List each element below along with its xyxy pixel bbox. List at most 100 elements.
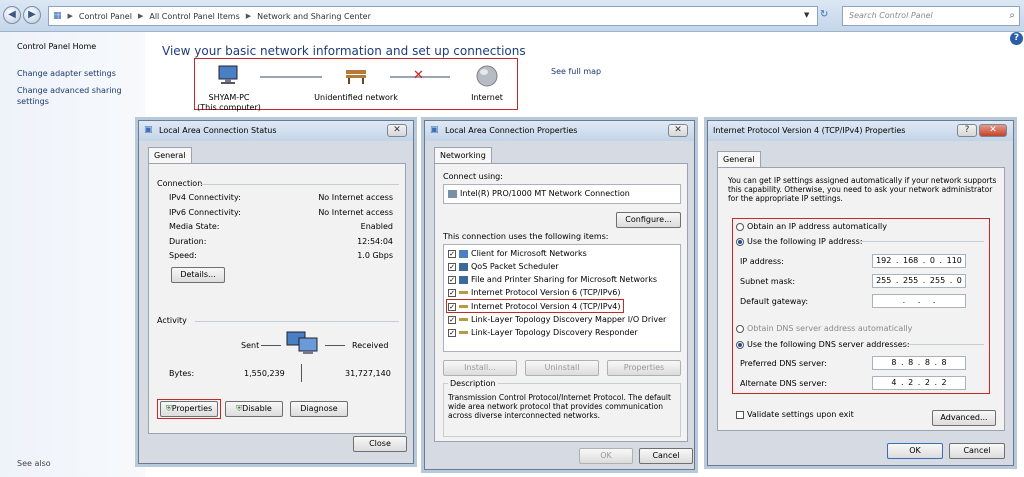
diagnose-button[interactable]: Diagnose	[290, 401, 348, 417]
tab-general[interactable]: General	[717, 151, 761, 167]
list-item[interactable]: ✓ Client for Microsoft Networks	[448, 249, 587, 258]
checkbox-icon[interactable]: ✓	[448, 315, 456, 324]
default-gateway-field[interactable]: . . .	[872, 294, 966, 308]
ipv6-connectivity-value: No Internet access	[318, 208, 393, 217]
preferred-dns-label: Preferred DNS server:	[740, 359, 827, 368]
ok-button[interactable]: OK	[887, 443, 943, 459]
activity-group-label: Activity	[157, 316, 187, 325]
help-icon[interactable]: ?	[1010, 32, 1023, 45]
checkbox-icon[interactable]	[736, 410, 744, 419]
properties-dialog-title: Local Area Connection Properties	[445, 126, 578, 135]
obtain-dns-radio[interactable]: Obtain DNS server address automatically	[736, 324, 912, 333]
client-icon	[459, 249, 468, 258]
refresh-icon[interactable]: ↻	[820, 9, 828, 20]
status-dialog: ▣ Local Area Connection Status ✕ General…	[138, 120, 414, 464]
connect-using-label: Connect using:	[443, 172, 503, 181]
divider	[860, 241, 984, 242]
ipv4-connectivity-label: IPv4 Connectivity:	[169, 193, 241, 202]
protocol-icon	[459, 318, 468, 321]
protocol-icon	[459, 291, 468, 294]
close-button[interactable]: Close	[353, 436, 407, 452]
cancel-button[interactable]: Cancel	[949, 443, 1005, 459]
radio-on-icon[interactable]	[736, 340, 744, 349]
sent-label: Sent	[241, 341, 260, 350]
page-title: View your basic network information and …	[162, 44, 526, 58]
divider	[904, 344, 984, 345]
properties-button[interactable]: ⛨Properties	[160, 401, 218, 417]
radio-off-icon[interactable]	[736, 324, 744, 333]
list-item[interactable]: ✓ Link-Layer Topology Discovery Mapper I/…	[448, 315, 666, 324]
change-sharing-settings-link[interactable]: Change advanced sharing settings	[17, 85, 132, 107]
item-properties-button[interactable]: Properties	[607, 360, 681, 376]
adapter-name: Intel(R) PRO/1000 MT Network Connection	[460, 189, 630, 198]
change-adapter-settings-link[interactable]: Change adapter settings	[17, 69, 116, 78]
bytes-divider	[301, 364, 302, 382]
advanced-button[interactable]: Advanced...	[932, 410, 996, 426]
tab-general[interactable]: General	[148, 147, 192, 163]
checkbox-icon[interactable]: ✓	[448, 328, 456, 337]
description-label: Description	[448, 379, 498, 388]
alternate-dns-field[interactable]: 4 . 2 . 2 . 2	[872, 376, 966, 390]
forward-icon[interactable]: ▶	[23, 6, 41, 24]
install-button[interactable]: Install...	[443, 360, 517, 376]
details-button[interactable]: Details...	[171, 267, 225, 283]
items-list: ✓ Client for Microsoft Networks ✓ QoS Pack…	[443, 244, 681, 352]
breadcrumb[interactable]: ▦ ▶ Control Panel ▶ All Control Panel It…	[48, 6, 818, 26]
checkbox-icon[interactable]: ✓	[448, 262, 456, 271]
close-icon[interactable]: ✕	[668, 124, 688, 137]
search-placeholder: Search Control Panel	[849, 11, 933, 20]
breadcrumb-network-center[interactable]: Network and Sharing Center	[257, 12, 371, 21]
close-icon[interactable]: ✕	[979, 124, 1007, 137]
computer-icon	[215, 65, 241, 85]
breadcrumb-all-items[interactable]: All Control Panel Items	[149, 12, 239, 21]
radio-on-icon[interactable]	[736, 237, 744, 246]
description-text: Transmission Control Protocol/Internet P…	[448, 393, 671, 420]
list-item[interactable]: ✓ Internet Protocol Version 6 (TCP/IPv6)	[448, 288, 620, 297]
checkbox-icon[interactable]: ✓	[448, 275, 456, 284]
use-dns-radio[interactable]: Use the following DNS server addresses:	[736, 340, 910, 349]
adapter-field: Intel(R) PRO/1000 MT Network Connection	[443, 184, 681, 204]
search-icon[interactable]: ⌕	[1009, 10, 1015, 21]
back-icon[interactable]: ◀	[3, 6, 21, 24]
received-line	[325, 345, 345, 346]
dropdown-arrow-icon[interactable]: ▼	[804, 11, 809, 19]
ok-button[interactable]: OK	[579, 448, 633, 464]
see-also-heading: See also	[17, 459, 51, 468]
help-button[interactable]: ?	[957, 124, 977, 137]
duration-label: Duration:	[169, 237, 207, 246]
search-input[interactable]: Search Control Panel ⌕	[842, 6, 1020, 26]
media-state-label: Media State:	[169, 222, 220, 231]
list-item[interactable]: ✓ Link-Layer Topology Discovery Responder	[448, 328, 638, 337]
close-icon[interactable]: ✕	[387, 124, 407, 137]
radio-off-icon[interactable]	[736, 222, 744, 231]
obtain-ip-radio[interactable]: Obtain an IP address automatically	[736, 222, 887, 231]
disable-button-label: Disable	[242, 404, 272, 413]
checkbox-icon[interactable]: ✓	[448, 288, 456, 297]
cancel-button[interactable]: Cancel	[639, 448, 693, 464]
list-item-selected[interactable]: ✓ Internet Protocol Version 4 (TCP/IPv4)	[448, 302, 620, 311]
validate-checkbox[interactable]: Validate settings upon exit	[736, 410, 854, 419]
breadcrumb-control-panel[interactable]: Control Panel	[79, 12, 132, 21]
globe-icon	[475, 65, 499, 87]
list-item[interactable]: ✓ File and Printer Sharing for Microsoft …	[448, 275, 657, 284]
see-full-map-link[interactable]: See full map	[551, 67, 601, 76]
protocol-icon	[459, 331, 468, 334]
subnet-mask-field[interactable]: 255 . 255 . 255 . 0	[872, 274, 966, 288]
speed-value: 1.0 Gbps	[357, 251, 393, 260]
disable-button[interactable]: ⛨Disable	[225, 401, 283, 417]
control-panel-home-link[interactable]: Control Panel Home	[17, 42, 96, 51]
configure-button[interactable]: Configure...	[616, 212, 681, 228]
checkbox-icon[interactable]: ✓	[448, 302, 456, 311]
ipv4-dialog: Internet Protocol Version 4 (TCP/IPv4) P…	[707, 120, 1014, 466]
tab-networking[interactable]: Networking	[434, 147, 492, 163]
connection-group-label: Connection	[157, 179, 203, 188]
preferred-dns-field[interactable]: 8 . 8 . 8 . 8	[872, 356, 966, 370]
intro-text: You can get IP settings assigned automat…	[728, 176, 997, 203]
checkbox-icon[interactable]: ✓	[448, 249, 456, 258]
list-item[interactable]: ✓ QoS Packet Scheduler	[448, 262, 559, 271]
chevron-right-icon: ▶	[67, 12, 73, 20]
use-ip-radio[interactable]: Use the following IP address:	[736, 237, 863, 246]
ip-address-field[interactable]: 192 . 168 . 0 . 110	[872, 254, 966, 268]
internet-label: Internet	[471, 93, 503, 102]
uninstall-button[interactable]: Uninstall	[525, 360, 599, 376]
